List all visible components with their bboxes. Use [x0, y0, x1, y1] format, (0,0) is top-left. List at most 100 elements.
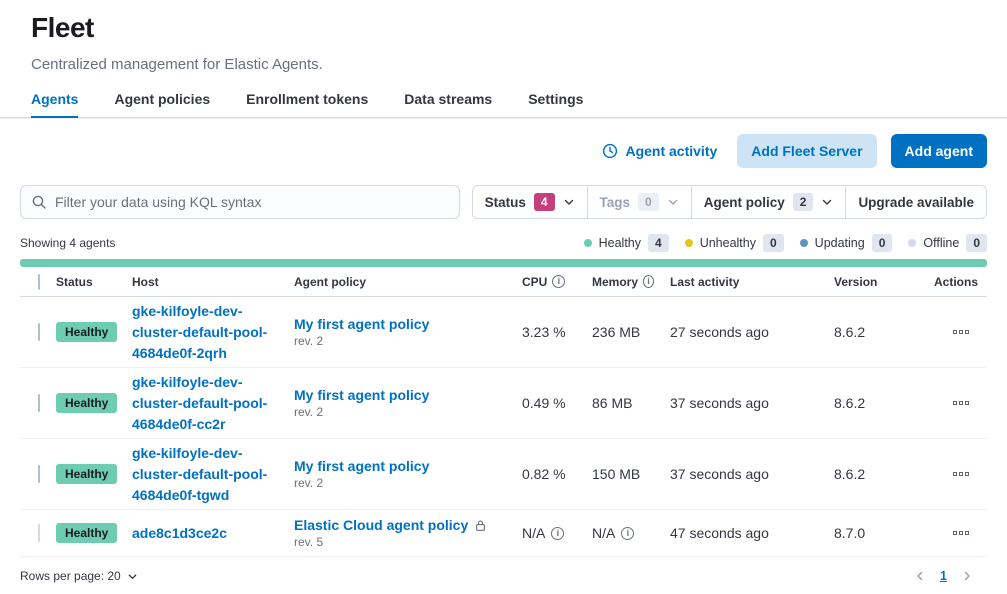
legend-offline-count: 0: [966, 234, 987, 252]
row-actions-icon[interactable]: [949, 468, 973, 480]
unhealthy-dot-icon: [685, 239, 693, 247]
filter-agent-policy-label: Agent policy: [704, 195, 785, 210]
filter-tags[interactable]: Tags 0: [588, 186, 692, 218]
status-badge: Healthy: [56, 393, 117, 413]
filter-agent-policy-count: 2: [793, 193, 814, 211]
cpu-value: 0.82 %: [514, 466, 584, 482]
info-icon[interactable]: i: [552, 275, 565, 288]
cpu-value: 3.23 %: [514, 324, 584, 340]
filter-status-label: Status: [485, 195, 526, 210]
status-badge: Healthy: [56, 322, 117, 342]
agent-activity-label: Agent activity: [625, 143, 717, 159]
row-actions-icon[interactable]: [949, 326, 973, 338]
chevron-down-icon: [127, 571, 138, 582]
col-last-activity: Last activity: [662, 275, 826, 289]
tab-agent-policies[interactable]: Agent policies: [114, 85, 210, 117]
policy-revision: rev. 2: [294, 334, 506, 348]
toolbar: Agent activity Add Fleet Server Add agen…: [20, 134, 987, 168]
col-status: Status: [48, 275, 124, 289]
col-cpu: CPUi: [514, 275, 584, 289]
cpu-value: 0.49 %: [514, 395, 584, 411]
agent-policy-link[interactable]: My first agent policy: [294, 458, 429, 474]
row-checkbox[interactable]: [38, 465, 40, 483]
rows-per-page-selector[interactable]: Rows per page: 20: [20, 569, 138, 583]
host-link[interactable]: gke-kilfoyle-dev-cluster-default-pool-46…: [132, 445, 267, 503]
legend-offline: Offline 0: [908, 234, 987, 252]
agent-policy-link[interactable]: My first agent policy: [294, 316, 429, 332]
last-activity-value: 27 seconds ago: [662, 324, 826, 340]
tab-agents[interactable]: Agents: [31, 85, 78, 117]
status-badge: Healthy: [56, 523, 117, 543]
rows-per-page-label: Rows per page: 20: [20, 569, 121, 583]
page-header: Fleet Centralized management for Elastic…: [0, 0, 1007, 73]
filter-upgrade-available[interactable]: Upgrade available: [846, 186, 986, 218]
legend-updating: Updating 0: [800, 234, 893, 252]
select-all-checkbox[interactable]: [38, 274, 40, 290]
table-footer: Rows per page: 20 1: [20, 569, 987, 583]
host-link[interactable]: gke-kilfoyle-dev-cluster-default-pool-46…: [132, 374, 267, 432]
pagination: 1: [914, 569, 987, 583]
tab-settings[interactable]: Settings: [528, 85, 583, 117]
info-icon[interactable]: i: [621, 527, 634, 540]
col-memory: Memoryi: [584, 275, 662, 289]
legend-unhealthy-count: 0: [763, 234, 784, 252]
memory-value: 236 MB: [584, 324, 662, 340]
legend-updating-count: 0: [872, 234, 893, 252]
row-checkbox[interactable]: [38, 323, 40, 341]
policy-revision: rev. 5: [294, 535, 506, 549]
agent-activity-button[interactable]: Agent activity: [596, 143, 723, 159]
updating-dot-icon: [800, 239, 808, 247]
col-version: Version: [826, 275, 926, 289]
add-agent-button[interactable]: Add agent: [891, 134, 987, 168]
kql-search-input[interactable]: [55, 194, 449, 210]
search-box[interactable]: [20, 185, 460, 219]
info-icon[interactable]: i: [643, 275, 654, 288]
status-badge: Healthy: [56, 464, 117, 484]
host-link[interactable]: gke-kilfoyle-dev-cluster-default-pool-46…: [132, 303, 267, 361]
legend-updating-label: Updating: [815, 236, 865, 250]
filter-agent-policy[interactable]: Agent policy 2: [692, 186, 847, 218]
filter-group: Status 4 Tags 0 Agent policy 2: [472, 185, 987, 219]
filter-tags-label: Tags: [600, 195, 631, 210]
chevron-down-icon: [667, 196, 679, 208]
last-activity-value: 37 seconds ago: [662, 395, 826, 411]
legend-healthy: Healthy 4: [584, 234, 669, 252]
last-activity-value: 37 seconds ago: [662, 466, 826, 482]
info-icon[interactable]: i: [551, 527, 564, 540]
add-fleet-server-button[interactable]: Add Fleet Server: [737, 134, 876, 168]
row-actions-icon[interactable]: [949, 527, 973, 539]
legend-healthy-count: 4: [648, 234, 669, 252]
search-icon: [31, 194, 47, 210]
filter-status-count: 4: [534, 193, 555, 211]
tab-data-streams[interactable]: Data streams: [404, 85, 492, 117]
version-value: 8.6.2: [826, 324, 926, 340]
agents-table: Status Host Agent policy CPUi Memoryi La…: [20, 267, 987, 557]
row-actions-icon[interactable]: [949, 397, 973, 409]
agent-policy-link[interactable]: My first agent policy: [294, 387, 429, 403]
fleet-page: Fleet Centralized management for Elastic…: [0, 0, 1007, 594]
next-page-icon[interactable]: [961, 570, 973, 582]
row-checkbox[interactable]: [38, 394, 40, 412]
policy-revision: rev. 2: [294, 476, 506, 490]
host-link[interactable]: ade8c1d3ce2c: [132, 525, 227, 541]
cpu-value: N/Ai: [514, 525, 584, 541]
agent-policy-link[interactable]: Elastic Cloud agent policy: [294, 517, 487, 533]
table-header-row: Status Host Agent policy CPUi Memoryi La…: [20, 267, 987, 297]
chevron-down-icon: [563, 196, 575, 208]
version-value: 8.6.2: [826, 395, 926, 411]
page-number[interactable]: 1: [940, 569, 947, 583]
filter-status[interactable]: Status 4: [473, 186, 588, 218]
table-row: Healthy gke-kilfoyle-dev-cluster-default…: [20, 439, 987, 510]
table-row: Healthy gke-kilfoyle-dev-cluster-default…: [20, 297, 987, 368]
page-subtitle: Centralized management for Elastic Agent…: [31, 56, 976, 73]
previous-page-icon[interactable]: [914, 570, 926, 582]
summary-row: Showing 4 agents Healthy 4 Unhealthy 0 U…: [20, 234, 987, 252]
health-status-bar: [20, 259, 987, 267]
tab-enrollment-tokens[interactable]: Enrollment tokens: [246, 85, 368, 117]
row-checkbox-disabled: [38, 524, 40, 542]
col-actions: Actions: [926, 275, 992, 289]
memory-value: 86 MB: [584, 395, 662, 411]
version-value: 8.6.2: [826, 466, 926, 482]
memory-value: 150 MB: [584, 466, 662, 482]
table-row: Healthy ade8c1d3ce2c Elastic Cloud agent…: [20, 510, 987, 557]
